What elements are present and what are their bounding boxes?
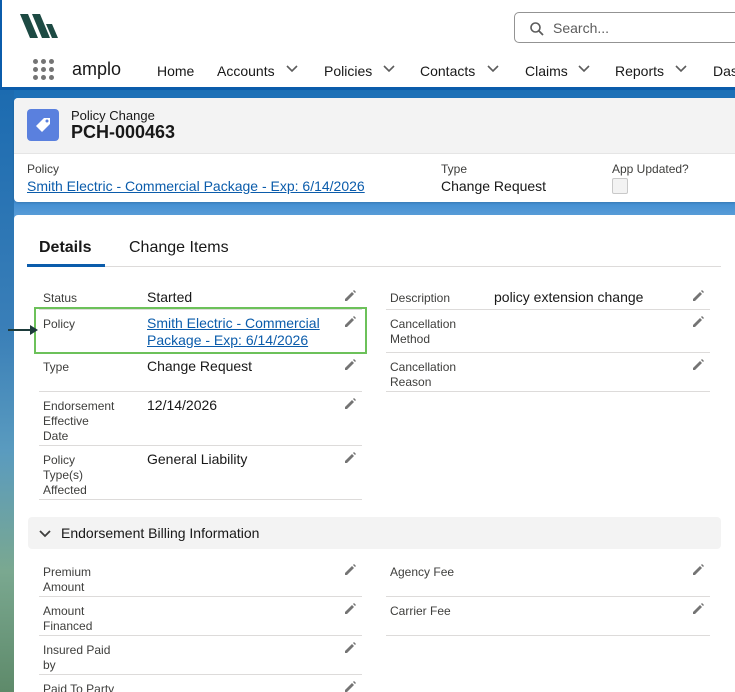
tab-change-items[interactable]: Change Items [129, 239, 229, 257]
field-label-cancellation-reason-line2: Reason [390, 375, 432, 389]
active-tab-indicator [27, 264, 105, 267]
billing-section-title: Endorsement Billing Information [61, 525, 260, 541]
field-label-policy-types-line3: Affected [43, 483, 87, 497]
field-value-policy-types: General Liability [147, 451, 248, 467]
field-label-cancellation-method-line2: Method [390, 332, 431, 346]
field-divider [39, 445, 362, 446]
app-updated-checkbox [612, 178, 628, 194]
app-nav-bar: amplo Home Accounts Policies Contacts Cl… [0, 52, 735, 90]
arrow-right-icon [8, 325, 38, 335]
highlight-policy-label: Policy [27, 162, 60, 176]
field-divider [39, 596, 362, 597]
field-divider [386, 391, 710, 392]
field-label-policy-types-line1: Policy [43, 453, 76, 467]
background-edge [0, 90, 14, 692]
field-value-description: policy extension change [494, 289, 644, 305]
field-label-financed-line1: Amount [43, 604, 85, 618]
field-label-premium-line1: Premium [43, 565, 92, 579]
field-value-endorsement-date: 12/14/2026 [147, 397, 218, 413]
app-name: amplo [72, 59, 122, 79]
search-icon [530, 22, 544, 36]
highlight-policy-link[interactable]: Smith Electric - Commercial Package - Ex… [27, 178, 365, 194]
highlight-app-updated-label: App Updated? [612, 162, 689, 176]
chevron-down-icon[interactable] [285, 62, 299, 76]
chevron-down-icon[interactable] [674, 62, 688, 76]
search-placeholder: Search... [553, 20, 610, 36]
field-label-description: Description [390, 291, 451, 305]
pencil-icon[interactable] [343, 451, 357, 465]
field-label-paid-to-party: Paid To Party [43, 682, 115, 692]
global-header: Search... [0, 0, 735, 52]
field-divider [386, 635, 710, 636]
field-label-type: Type [43, 360, 70, 374]
field-label-insured-paid-line2: by [43, 658, 56, 672]
highlight-type-value: Change Request [441, 178, 547, 194]
pencil-icon[interactable] [343, 397, 357, 411]
tab-divider [27, 266, 721, 267]
field-label-cancellation-reason-line1: Cancellation [390, 360, 457, 374]
record-highlights-panel: Policy Change PCH-000463 Policy Smith El… [14, 98, 735, 202]
object-type-label: Policy Change [71, 108, 155, 123]
pencil-icon[interactable] [691, 315, 705, 329]
pencil-icon[interactable] [343, 563, 357, 577]
global-search-input[interactable]: Search... [514, 12, 735, 43]
pencil-icon[interactable] [343, 680, 357, 692]
field-label-agency-fee: Agency Fee [390, 565, 455, 579]
field-label-insured-paid-line1: Insured Paid [43, 643, 111, 657]
nav-item-claims[interactable]: Claims [525, 63, 568, 79]
app-launcher-icon[interactable] [32, 58, 56, 82]
field-label-cancellation-method-line1: Cancellation [390, 317, 457, 331]
nav-item-reports[interactable]: Reports [615, 63, 664, 79]
field-label-financed-line2: Financed [43, 619, 93, 633]
amplo-logo[interactable] [20, 12, 60, 40]
field-label-endorsement-line1: Endorsement [43, 399, 115, 413]
field-divider [386, 596, 710, 597]
record-detail-card: Details Change Items Status Started Poli… [8, 215, 735, 692]
field-divider [39, 499, 362, 500]
field-divider [39, 635, 362, 636]
nav-item-policies[interactable]: Policies [324, 63, 372, 79]
chevron-down-icon[interactable] [577, 62, 591, 76]
field-divider [39, 391, 362, 392]
tag-icon [27, 109, 59, 141]
field-label-endorsement-line2: Effective [43, 414, 89, 428]
pencil-icon[interactable] [691, 563, 705, 577]
nav-item-dashboards[interactable]: Dash [713, 63, 735, 79]
field-divider [386, 309, 710, 310]
pencil-icon[interactable] [343, 602, 357, 616]
field-label-carrier-fee: Carrier Fee [390, 604, 451, 618]
pencil-icon[interactable] [691, 602, 705, 616]
billing-section-header[interactable]: Endorsement Billing Information [28, 517, 721, 549]
chevron-down-icon[interactable] [382, 62, 396, 76]
field-label-endorsement-line3: Date [43, 429, 69, 443]
highlight-type-label: Type [441, 162, 468, 176]
field-divider [39, 674, 362, 675]
field-label-premium-line2: Amount [43, 580, 85, 594]
pencil-icon[interactable] [343, 641, 357, 655]
pencil-icon[interactable] [691, 289, 705, 303]
nav-item-home[interactable]: Home [157, 63, 194, 79]
record-header: Policy Change PCH-000463 [14, 98, 735, 154]
field-label-status: Status [43, 291, 78, 305]
pencil-icon[interactable] [343, 358, 357, 372]
record-name: PCH-000463 [71, 122, 176, 142]
policy-field-highlight-box [34, 307, 367, 354]
tab-details[interactable]: Details [39, 239, 91, 257]
chevron-down-icon[interactable] [486, 62, 500, 76]
nav-item-contacts[interactable]: Contacts [420, 63, 475, 79]
field-divider [386, 352, 710, 353]
pencil-icon[interactable] [343, 289, 357, 303]
field-value-type: Change Request [147, 358, 253, 374]
chevron-down-icon [39, 530, 51, 538]
nav-item-accounts[interactable]: Accounts [217, 63, 275, 79]
field-label-policy-types-line2: Type(s) [43, 468, 84, 482]
field-value-status: Started [147, 289, 193, 305]
pencil-icon[interactable] [691, 358, 705, 372]
